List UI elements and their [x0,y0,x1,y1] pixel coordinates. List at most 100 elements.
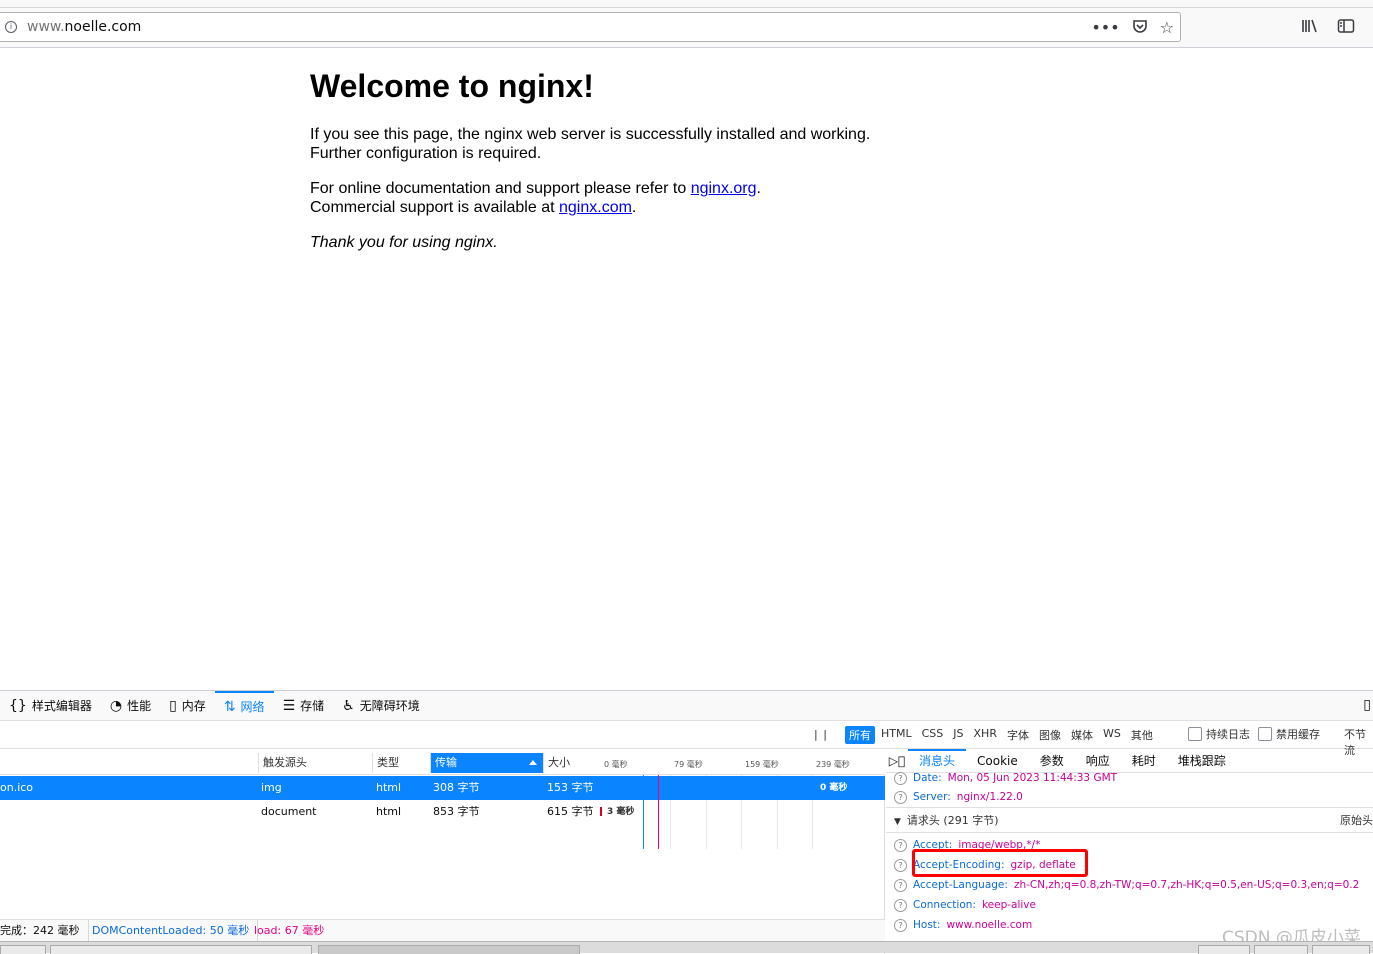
thanks-text: Thank you for using nginx. [310,234,498,251]
browser-toolbar: i www.noelle.com ••• ☆ [0,8,1373,48]
sort-ascending-icon [529,760,537,765]
filter-html[interactable]: HTML [877,726,916,744]
chip-icon: ▯ [169,697,177,714]
cause-cell: document [261,805,317,818]
more-icon[interactable]: ••• [1091,18,1119,38]
nginx-com-link[interactable]: nginx.com [559,199,632,216]
tab-storage[interactable]: ☰ 存储 [274,691,334,721]
help-icon[interactable]: ? [894,898,907,912]
toggle-panel-icon[interactable]: ▷⃞ [886,754,908,768]
request-headers-section[interactable]: ▼ 请求头 (291 字节) 原始头 [886,807,1373,833]
header-name: Date: [913,772,942,784]
filter-images[interactable]: 图像 [1035,726,1065,744]
filter-fonts[interactable]: 字体 [1003,726,1033,744]
checkbox-box[interactable] [1188,727,1202,741]
url-text[interactable]: www.noelle.com [27,19,141,35]
type-cell: html [376,781,402,794]
filter-xhr[interactable]: XHR [970,726,1001,744]
url-prefix: www. [27,19,65,35]
table-row[interactable]: on.ico img html 308 字节 153 字节 0 毫秒 [0,776,885,800]
domcontentloaded-marker [643,775,644,849]
responsive-mode-icon[interactable]: ▯ [1363,697,1371,713]
header-row[interactable]: ? Connection: keep-alive [894,895,1036,915]
filter-media[interactable]: 媒体 [1067,726,1097,744]
bookmark-star-icon[interactable]: ☆ [1160,18,1174,38]
column-cause[interactable]: 触发源头 [258,753,372,773]
network-summary: 完成：242 毫秒 DOMContentLoaded: 50 毫秒 load: … [0,919,885,942]
header-row[interactable]: ? Server: nginx/1.22.0 [894,787,1023,807]
header-name: Accept-Language: [913,879,1008,891]
header-value: nginx/1.22.0 [956,791,1023,803]
disable-cache-checkbox[interactable]: 禁用缓存 [1258,726,1320,742]
url-bar[interactable]: i www.noelle.com ••• ☆ [0,12,1181,42]
thanks-paragraph: Thank you for using nginx. [310,233,870,252]
gauge-icon: ◔ [109,697,123,714]
url-domain: noelle.com [64,19,142,35]
size-cell: 153 字节 [547,781,594,794]
domcontentloaded-time: DOMContentLoaded: 50 毫秒 [84,920,259,942]
header-value: Mon, 05 Jun 2023 11:44:33 GMT [947,772,1118,784]
braces-icon: {} [9,697,27,714]
persist-log-checkbox[interactable]: 持续日志 [1188,726,1250,742]
waterfall-header[interactable]: 0 毫秒 79 毫秒 159 毫秒 239 毫秒 [600,753,885,773]
column-type[interactable]: 类型 [372,753,430,773]
page-content: Welcome to nginx! If you see this page, … [0,48,1373,690]
header-row[interactable]: ? Date: Mon, 05 Jun 2023 11:44:33 GMT [894,768,1117,788]
waterfall-tick: 239 毫秒 [816,760,850,769]
help-icon[interactable]: ? [894,918,907,932]
finish-time: 完成：242 毫秒 [0,920,89,942]
tab-label: 样式编辑器 [31,699,92,713]
header-row[interactable]: ? Host: www.noelle.com [894,915,1032,935]
commercial-period: . [631,199,637,216]
load-time: load: 67 毫秒 [254,924,325,937]
filter-ws[interactable]: WS [1099,726,1125,744]
checkbox-box[interactable] [1258,727,1272,741]
filter-other[interactable]: 其他 [1127,726,1157,744]
help-icon[interactable]: ? [894,878,907,892]
header-row[interactable]: ? Accept-Language: zh-CN,zh;q=0.8,zh-TW;… [894,875,1359,895]
devtools-tabs: {} 样式编辑器 ◔ 性能 ▯ 内存 ⇅ 网络 ☰ 存储 ♿ 无障碍环境 ▯ [0,690,1373,721]
tab-label: 内存 [181,699,206,713]
help-icon[interactable]: ? [894,790,907,804]
cause-cell: img [261,781,282,794]
filter-js[interactable]: JS [949,726,967,744]
help-icon[interactable]: ? [894,771,907,785]
nginx-org-link[interactable]: nginx.org [691,180,757,197]
checkbox-label: 禁用缓存 [1276,728,1320,741]
chevron-down-icon: ▼ [894,817,901,827]
tab-timings[interactable]: 耗时 [1121,749,1167,773]
tab-stack-trace[interactable]: 堆栈跟踪 [1167,749,1237,773]
request-list-header: 触发源头 类型 传输 大小 0 毫秒 79 毫秒 159 毫秒 239 毫秒 [0,749,885,775]
tab-label: 网络 [240,700,265,714]
header-value: www.noelle.com [946,919,1033,931]
timing-label: 3 毫秒 [607,807,635,817]
tab-memory[interactable]: ▯ 内存 [160,691,215,721]
size-cell: 615 字节 [547,805,594,818]
sidebar-icon[interactable] [1337,18,1355,38]
library-icon[interactable] [1301,18,1319,38]
storage-icon: ☰ [282,697,296,714]
column-transferred[interactable]: 传输 [430,753,543,773]
pause-icon[interactable]: | | [814,728,828,741]
table-row[interactable]: document html 853 字节 615 字节 3 毫秒 [0,800,885,824]
highlight-annotation [912,849,1088,877]
tab-performance[interactable]: ◔ 性能 [101,691,160,721]
pocket-icon[interactable] [1132,18,1148,38]
header-name: Connection: [913,899,976,911]
taskbar [0,941,1373,954]
help-icon[interactable]: ? [894,838,907,852]
raw-headers-toggle[interactable]: 原始头 [1340,808,1373,834]
filter-css[interactable]: CSS [918,726,948,744]
filter-all[interactable]: 所有 [845,726,875,744]
tab-style-editor[interactable]: {} 样式编辑器 [0,691,101,721]
help-icon[interactable]: ? [894,858,907,872]
header-value: zh-CN,zh;q=0.8,zh-TW;q=0.7,zh-HK;q=0.5,e… [1013,879,1360,891]
window-top-strip [0,0,1373,8]
waterfall-tick: 79 毫秒 [674,760,703,769]
intro-line-1: If you see this page, the nginx web serv… [310,126,871,143]
tab-accessibility[interactable]: ♿ 无障碍环境 [333,691,429,721]
info-icon[interactable]: i [5,21,17,33]
type-cell: html [376,805,402,818]
tab-network[interactable]: ⇅ 网络 [214,690,274,721]
column-size[interactable]: 大小 [543,753,600,773]
